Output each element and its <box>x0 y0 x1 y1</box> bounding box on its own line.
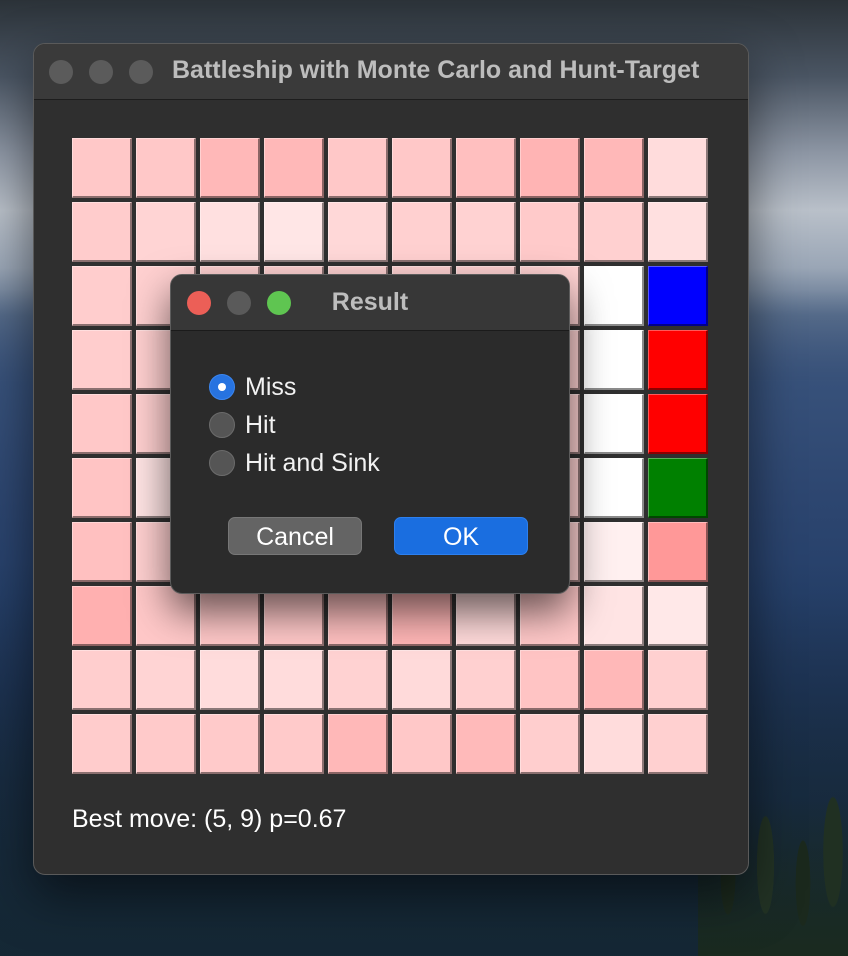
board-cell[interactable] <box>648 138 708 198</box>
board-cell[interactable] <box>72 586 132 646</box>
option-miss[interactable]: Miss <box>209 368 380 406</box>
board-cell[interactable] <box>264 138 324 198</box>
result-dialog: Result Miss Hit Hit and Sink Cancel OK <box>170 274 570 594</box>
board-cell[interactable] <box>72 522 132 582</box>
dialog-title: Result <box>331 288 409 316</box>
board-cell[interactable] <box>72 138 132 198</box>
board-cell[interactable] <box>392 714 452 774</box>
board-cell[interactable] <box>136 138 196 198</box>
board-cell[interactable] <box>328 586 388 646</box>
board-cell[interactable] <box>72 266 132 326</box>
board-cell[interactable] <box>72 330 132 390</box>
board-cell[interactable] <box>456 650 516 710</box>
board-cell[interactable] <box>456 202 516 262</box>
option-hit[interactable]: Hit <box>209 406 380 444</box>
board-cell[interactable] <box>200 202 260 262</box>
option-miss-label[interactable]: Miss <box>245 373 296 402</box>
board-cell[interactable] <box>584 714 644 774</box>
board-cell[interactable] <box>520 586 580 646</box>
board-cell[interactable] <box>584 458 644 518</box>
board-cell[interactable] <box>328 714 388 774</box>
board-cell[interactable] <box>136 202 196 262</box>
radio-miss[interactable] <box>209 374 235 400</box>
option-hit-and-sink-label[interactable]: Hit and Sink <box>245 449 380 478</box>
board-cell[interactable] <box>520 202 580 262</box>
board-cell[interactable] <box>72 202 132 262</box>
radio-hit[interactable] <box>209 412 235 438</box>
best-move-label: Best move: (5, 9) p=0.67 <box>72 805 347 833</box>
board-cell[interactable] <box>200 714 260 774</box>
board-cell[interactable] <box>584 138 644 198</box>
board-cell[interactable] <box>456 138 516 198</box>
board-cell[interactable] <box>648 650 708 710</box>
board-cell[interactable] <box>584 266 644 326</box>
window-title: Battleship with Monte Carlo and Hunt-Tar… <box>172 56 700 84</box>
board-cell[interactable] <box>328 138 388 198</box>
board-cell[interactable] <box>584 330 644 390</box>
board-cell[interactable] <box>584 522 644 582</box>
board-cell[interactable] <box>264 586 324 646</box>
board-cell[interactable] <box>648 330 708 390</box>
board-cell[interactable] <box>72 650 132 710</box>
board-cell[interactable] <box>72 714 132 774</box>
board-cell[interactable] <box>648 522 708 582</box>
board-cell[interactable] <box>648 266 708 326</box>
dialog-titlebar[interactable]: Result <box>171 275 569 331</box>
board-cell[interactable] <box>520 650 580 710</box>
window-titlebar[interactable]: Battleship with Monte Carlo and Hunt-Tar… <box>34 44 748 100</box>
board-cell[interactable] <box>264 650 324 710</box>
radio-hit-and-sink[interactable] <box>209 450 235 476</box>
board-cell[interactable] <box>648 458 708 518</box>
board-cell[interactable] <box>584 586 644 646</box>
board-cell[interactable] <box>392 586 452 646</box>
option-hit-label[interactable]: Hit <box>245 411 276 440</box>
board-cell[interactable] <box>648 586 708 646</box>
option-hit-and-sink[interactable]: Hit and Sink <box>209 444 380 482</box>
board-cell[interactable] <box>72 458 132 518</box>
board-cell[interactable] <box>200 138 260 198</box>
cancel-button[interactable]: Cancel <box>228 517 362 555</box>
board-cell[interactable] <box>648 714 708 774</box>
board-cell[interactable] <box>648 202 708 262</box>
result-options: Miss Hit Hit and Sink <box>209 368 380 482</box>
board-cell[interactable] <box>72 394 132 454</box>
board-cell[interactable] <box>328 650 388 710</box>
board-cell[interactable] <box>584 650 644 710</box>
board-cell[interactable] <box>136 586 196 646</box>
board-cell[interactable] <box>392 202 452 262</box>
board-cell[interactable] <box>456 586 516 646</box>
board-cell[interactable] <box>264 714 324 774</box>
board-cell[interactable] <box>584 202 644 262</box>
board-cell[interactable] <box>392 138 452 198</box>
board-cell[interactable] <box>328 202 388 262</box>
close-window-button[interactable] <box>49 60 73 84</box>
board-cell[interactable] <box>456 714 516 774</box>
board-cell[interactable] <box>520 714 580 774</box>
board-cell[interactable] <box>648 394 708 454</box>
board-cell[interactable] <box>136 714 196 774</box>
board-cell[interactable] <box>136 650 196 710</box>
board-cell[interactable] <box>392 650 452 710</box>
zoom-window-button[interactable] <box>129 60 153 84</box>
board-cell[interactable] <box>264 202 324 262</box>
board-cell[interactable] <box>584 394 644 454</box>
board-cell[interactable] <box>200 650 260 710</box>
minimize-window-button[interactable] <box>89 60 113 84</box>
board-cell[interactable] <box>200 586 260 646</box>
board-cell[interactable] <box>520 138 580 198</box>
ok-button[interactable]: OK <box>394 517 528 555</box>
